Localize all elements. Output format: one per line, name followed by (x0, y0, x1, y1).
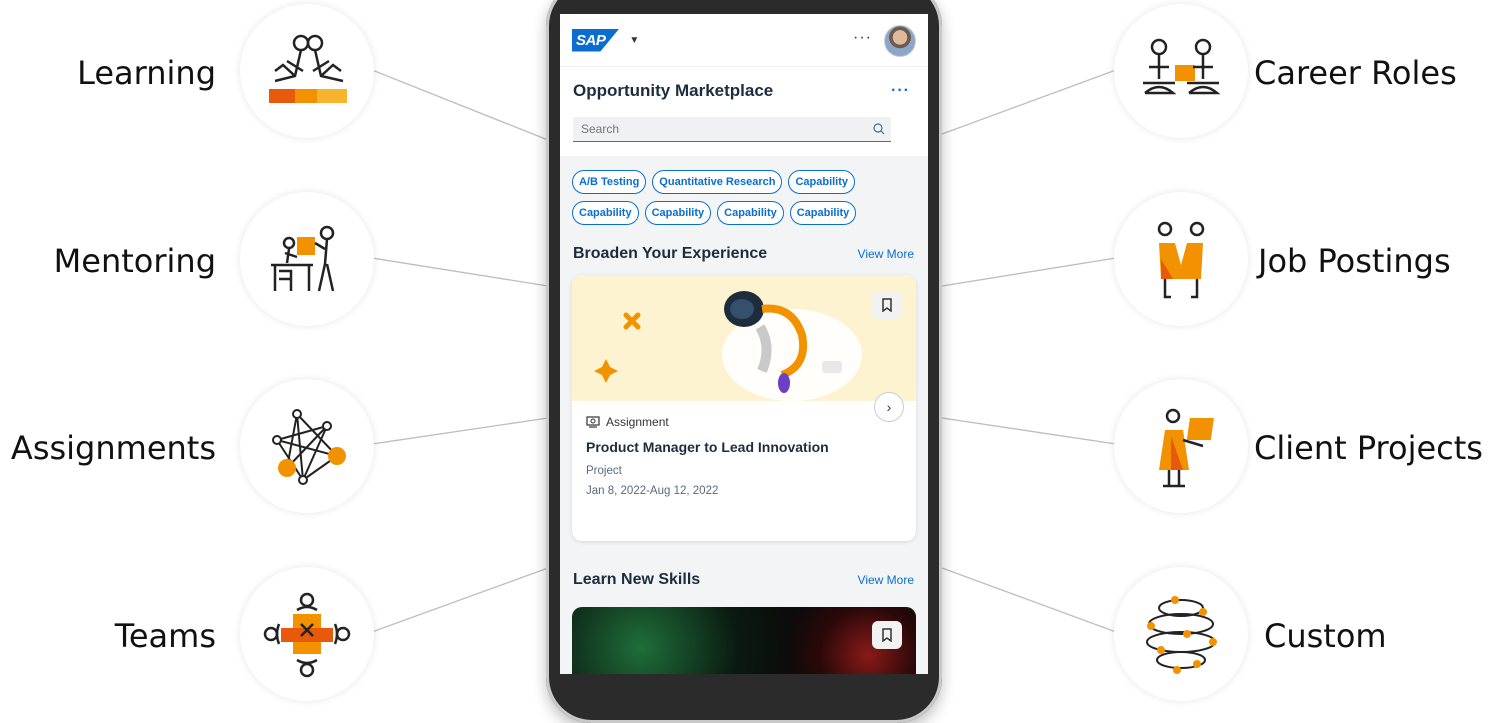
card-type-label: Assignment (606, 415, 669, 429)
page-title: Opportunity Marketplace (573, 81, 774, 100)
phone-screen: SAP ▼ ··· Opportunity Marketplace ··· A/… (560, 14, 928, 674)
feature-custom (1114, 567, 1248, 701)
astronaut-illustration (594, 291, 862, 401)
feature-label-learning: Learning (77, 54, 216, 92)
job-postings-icon (1157, 221, 1205, 299)
shell-bar: SAP ▼ ··· (560, 14, 928, 66)
chip-capability[interactable]: Capability (644, 201, 712, 225)
view-more-broaden-link[interactable]: View More (858, 247, 914, 261)
view-more-learn-link[interactable]: View More (858, 573, 914, 587)
skills-card[interactable] (572, 607, 916, 674)
section-header-broaden: Broaden Your Experience View More (560, 245, 928, 263)
card-illustration (572, 275, 916, 401)
feature-label-assignments: Assignments (10, 429, 216, 467)
feature-mentoring (240, 192, 374, 326)
feature-client-projects (1114, 379, 1248, 513)
feature-learning (240, 4, 374, 138)
assignment-icon (586, 416, 600, 428)
caret-down-icon[interactable]: ▼ (629, 35, 639, 46)
teams-icon (263, 592, 351, 678)
sap-logo[interactable]: SAP (572, 28, 620, 52)
feature-career-roles (1114, 4, 1248, 138)
chip-capability[interactable]: Capability (572, 201, 639, 225)
feature-label-job-postings: Job Postings (1258, 242, 1451, 280)
mentoring-icon (271, 225, 335, 292)
chip-capability[interactable]: Capability (788, 170, 856, 194)
feature-assignments (240, 379, 374, 513)
search-icon[interactable] (873, 123, 885, 135)
feature-label-teams: Teams (114, 617, 216, 655)
feature-label-client-projects: Client Projects (1254, 429, 1483, 467)
career-roles-icon (1143, 38, 1221, 95)
feature-teams (240, 567, 374, 701)
client-projects-icon (1159, 408, 1214, 488)
header-more-icon[interactable]: ··· (891, 82, 910, 100)
section-title-learn: Learn New Skills (573, 571, 701, 588)
feature-label-career-roles: Career Roles (1254, 54, 1457, 92)
card-subtitle: Project (586, 465, 622, 477)
bookmark-icon[interactable] (872, 621, 902, 649)
avatar[interactable] (884, 25, 916, 57)
opportunity-card[interactable]: › Assignment Product Manager to Lead Inn… (572, 275, 916, 541)
feature-label-mentoring: Mentoring (53, 242, 216, 280)
page-header: Opportunity Marketplace ··· (560, 66, 928, 156)
chip-quantitative-research[interactable]: Quantitative Research (652, 170, 783, 194)
search-input[interactable] (579, 121, 823, 137)
feature-label-custom: Custom (1264, 617, 1387, 655)
section-title-broaden: Broaden Your Experience (573, 245, 768, 262)
learning-icon (269, 34, 347, 103)
feature-job-postings (1114, 192, 1248, 326)
search-field[interactable] (573, 117, 891, 142)
chip-ab-testing[interactable]: A/B Testing (572, 170, 647, 194)
assignments-icon (272, 409, 346, 485)
chip-capability[interactable]: Capability (789, 201, 857, 225)
section-header-learn: Learn New Skills View More (560, 571, 928, 589)
bookmark-icon[interactable] (872, 291, 902, 319)
custom-icon (1146, 596, 1217, 674)
next-arrow-button[interactable]: › (874, 392, 904, 422)
more-icon[interactable]: ··· (853, 29, 872, 47)
card-dates: Jan 8, 2022-Aug 12, 2022 (586, 485, 719, 497)
chip-capability[interactable]: Capability (717, 201, 784, 225)
card-title[interactable]: Product Manager to Lead Innovation (586, 439, 902, 455)
chip-list: A/B Testing Quantitative Research Capabi… (560, 156, 928, 225)
card-type: Assignment (586, 415, 902, 429)
